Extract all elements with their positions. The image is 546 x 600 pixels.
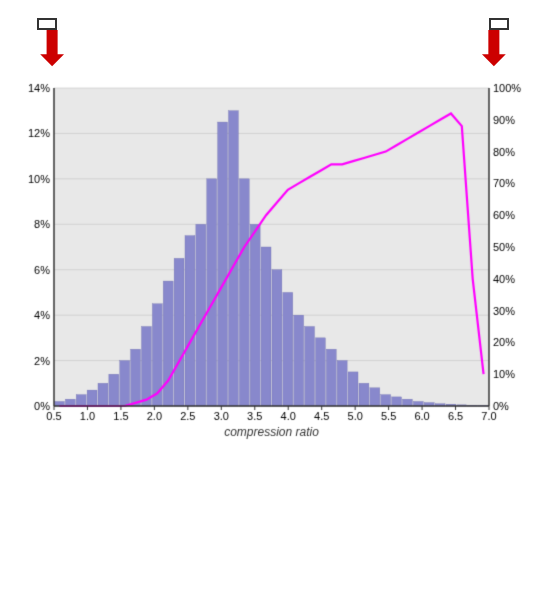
left-arrow-icon: ⬇ [32, 26, 72, 74]
left-label-group: ⬇ [22, 18, 72, 74]
chart-canvas [12, 78, 534, 448]
right-arrow-icon: ⬇ [474, 26, 514, 74]
labels-row: ⬇ ⬇ [12, 18, 534, 74]
main-container: ⬇ ⬇ [0, 0, 546, 600]
chart-area [12, 78, 534, 592]
right-label-group: ⬇ [474, 18, 524, 74]
